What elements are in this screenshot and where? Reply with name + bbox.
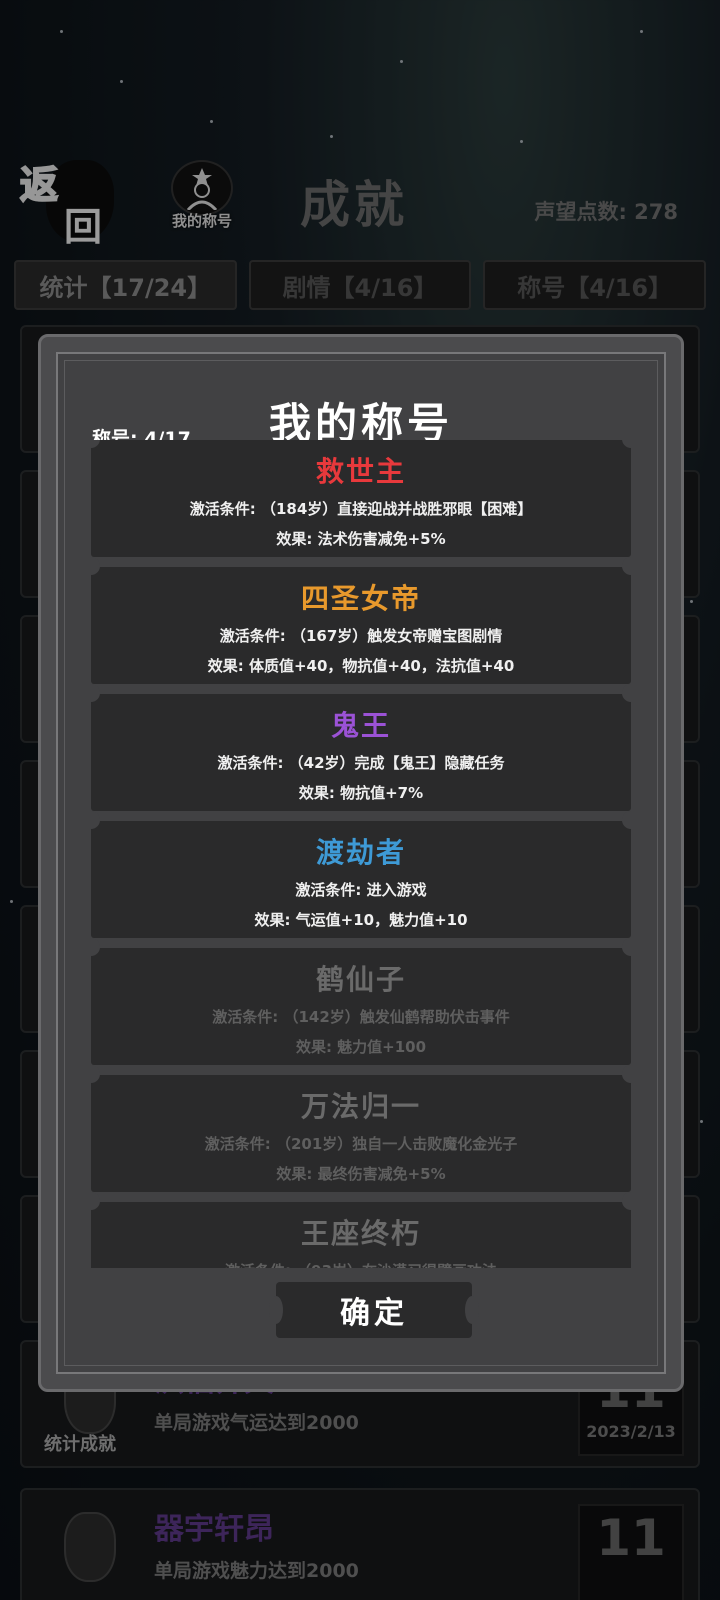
title-effect: 效果: 气运值+10，魅力值+10 (254, 911, 468, 929)
title-condition: 激活条件: （201岁）独自一人击败魔化金光子 (204, 1135, 518, 1153)
dialog-panel: 我的称号 称号: 4/17 救世主 激活条件: （184岁）直接迎战并战胜邪眼【… (56, 352, 666, 1374)
title-item-locked[interactable]: 王座终朽 激活条件: （93岁）在沙漠习得壁画功法 (91, 1192, 631, 1268)
title-item[interactable]: 渡劫者 激活条件: 进入游戏 效果: 气运值+10，魅力值+10 (91, 811, 631, 938)
title-effect: 效果: 体质值+40，物抗值+40，法抗值+40 (207, 657, 515, 675)
title-effect: 效果: 魅力值+100 (295, 1038, 427, 1056)
title-item-locked[interactable]: 万法归一 激活条件: （201岁）独自一人击败魔化金光子 效果: 最终伤害减免+… (91, 1065, 631, 1192)
title-name: 万法归一 (300, 1090, 421, 1123)
title-condition: 激活条件: （184岁）直接迎战并战胜邪眼【困难】 (189, 500, 533, 518)
confirm-button[interactable]: 确定 (269, 1282, 479, 1338)
title-name: 救世主 (315, 455, 406, 488)
title-name: 渡劫者 (315, 836, 406, 869)
title-item[interactable]: 四圣女帝 激活条件: （167岁）触发女帝赠宝图剧情 效果: 体质值+40，物抗… (91, 557, 631, 684)
my-titles-dialog: 我的称号 称号: 4/17 救世主 激活条件: （184岁）直接迎战并战胜邪眼【… (38, 334, 684, 1392)
title-item-locked[interactable]: 鹤仙子 激活条件: （142岁）触发仙鹤帮助伏击事件 效果: 魅力值+100 (91, 938, 631, 1065)
title-name: 鬼王 (330, 709, 391, 742)
title-name: 四圣女帝 (300, 582, 421, 615)
title-effect: 效果: 法术伤害减免+5% (276, 530, 446, 548)
title-condition: 激活条件: （167岁）触发女帝赠宝图剧情 (219, 627, 503, 645)
title-effect: 效果: 最终伤害减免+5% (276, 1165, 446, 1183)
title-condition: 激活条件: 进入游戏 (295, 881, 427, 899)
title-list[interactable]: 救世主 激活条件: （184岁）直接迎战并战胜邪眼【困难】 效果: 法术伤害减免… (91, 440, 631, 1268)
title-item[interactable]: 救世主 激活条件: （184岁）直接迎战并战胜邪眼【困难】 效果: 法术伤害减免… (91, 440, 631, 557)
title-condition: 激活条件: （142岁）触发仙鹤帮助伏击事件 (212, 1008, 510, 1026)
title-item[interactable]: 鬼王 激活条件: （42岁）完成【鬼王】隐藏任务 效果: 物抗值+7% (91, 684, 631, 811)
title-condition: 激活条件: （42岁）完成【鬼王】隐藏任务 (217, 754, 505, 772)
title-name: 鹤仙子 (315, 963, 406, 996)
title-name: 王座终朽 (300, 1217, 421, 1250)
title-effect: 效果: 物抗值+7% (298, 784, 424, 802)
title-condition: 激活条件: （93岁）在沙漠习得壁画功法 (91, 1260, 631, 1268)
